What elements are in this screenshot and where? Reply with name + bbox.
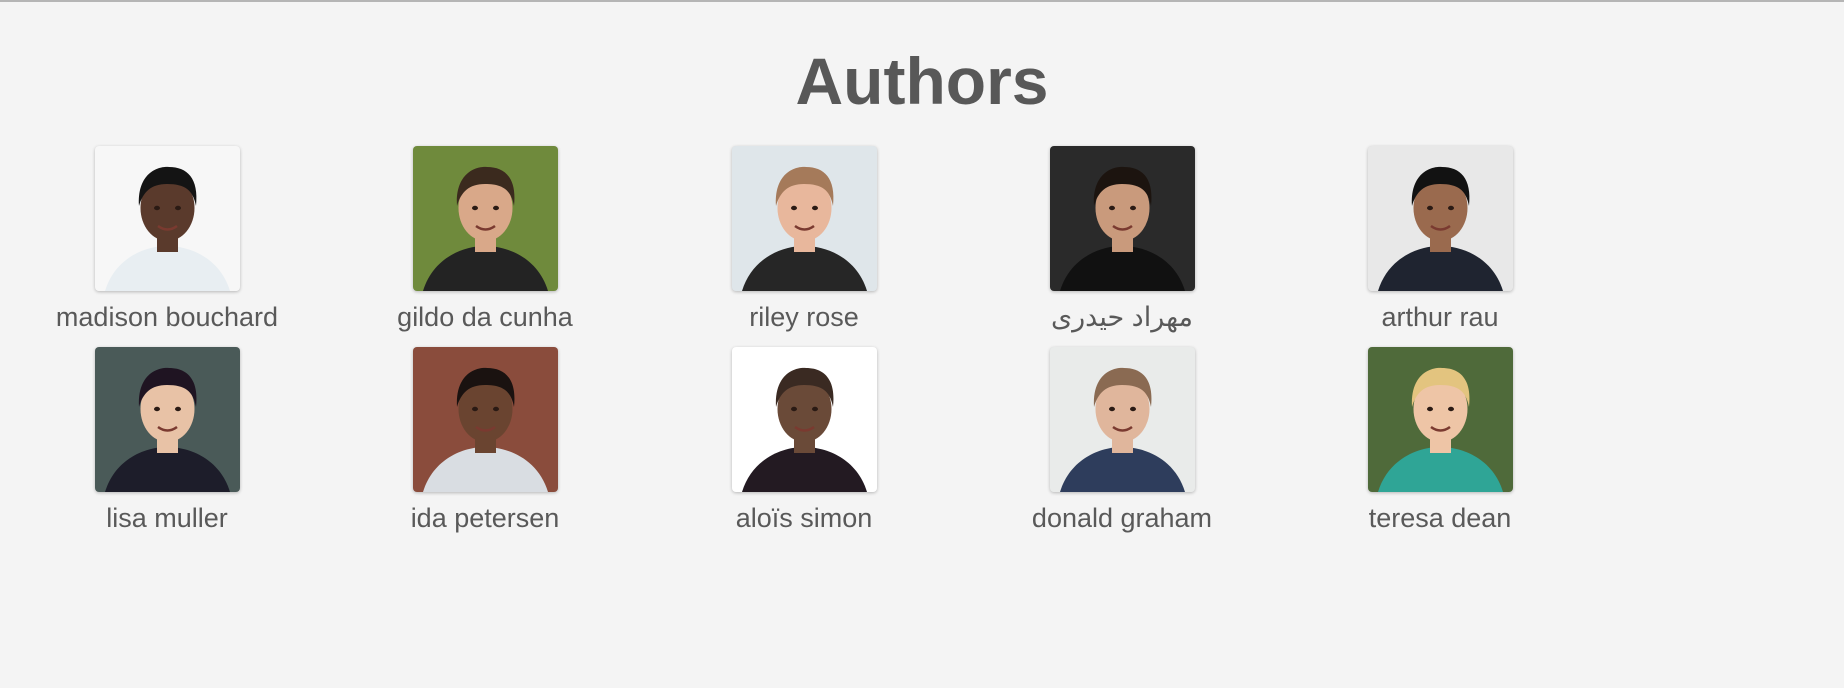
author-card[interactable]: aloïs simon [654,347,954,534]
author-card[interactable]: gildo da cunha [335,146,635,333]
author-card[interactable]: مهراد حیدری [972,146,1272,333]
portrait-avatar [1367,146,1513,291]
authors-page: Authors madison bouchard gildo da cunha ri… [0,0,1844,688]
author-card[interactable]: teresa dean [1290,347,1590,534]
author-avatar[interactable] [412,146,558,291]
author-card[interactable]: donald graham [972,347,1272,534]
author-card[interactable]: madison bouchard [17,146,317,333]
author-avatar[interactable] [731,347,877,492]
author-card[interactable]: ida petersen [335,347,635,534]
portrait-avatar [412,146,558,291]
author-name[interactable]: arthur rau [1290,301,1590,333]
author-name[interactable]: riley rose [654,301,954,333]
author-name[interactable]: aloïs simon [654,502,954,534]
portrait-avatar [731,146,877,291]
author-card[interactable]: riley rose [654,146,954,333]
author-name[interactable]: donald graham [972,502,1272,534]
author-name[interactable]: madison bouchard [17,301,317,333]
author-avatar[interactable] [1367,347,1513,492]
portrait-avatar [412,347,558,492]
author-avatar[interactable] [94,347,240,492]
author-avatar[interactable] [731,146,877,291]
author-avatar[interactable] [1049,347,1195,492]
portrait-avatar [1367,347,1513,492]
author-card[interactable]: arthur rau [1290,146,1590,333]
portrait-avatar [94,146,240,291]
portrait-avatar [1049,347,1195,492]
author-name[interactable]: lisa muller [17,502,317,534]
author-avatar[interactable] [94,146,240,291]
author-name[interactable]: gildo da cunha [335,301,635,333]
portrait-avatar [731,347,877,492]
author-avatar[interactable] [1049,146,1195,291]
author-avatar[interactable] [412,347,558,492]
author-name[interactable]: teresa dean [1290,502,1590,534]
author-card[interactable]: lisa muller [17,347,317,534]
author-avatar[interactable] [1367,146,1513,291]
author-name[interactable]: ida petersen [335,502,635,534]
portrait-avatar [94,347,240,492]
portrait-avatar [1049,146,1195,291]
authors-grid: madison bouchard gildo da cunha riley rose… [0,0,1844,688]
author-name[interactable]: مهراد حیدری [972,301,1272,333]
